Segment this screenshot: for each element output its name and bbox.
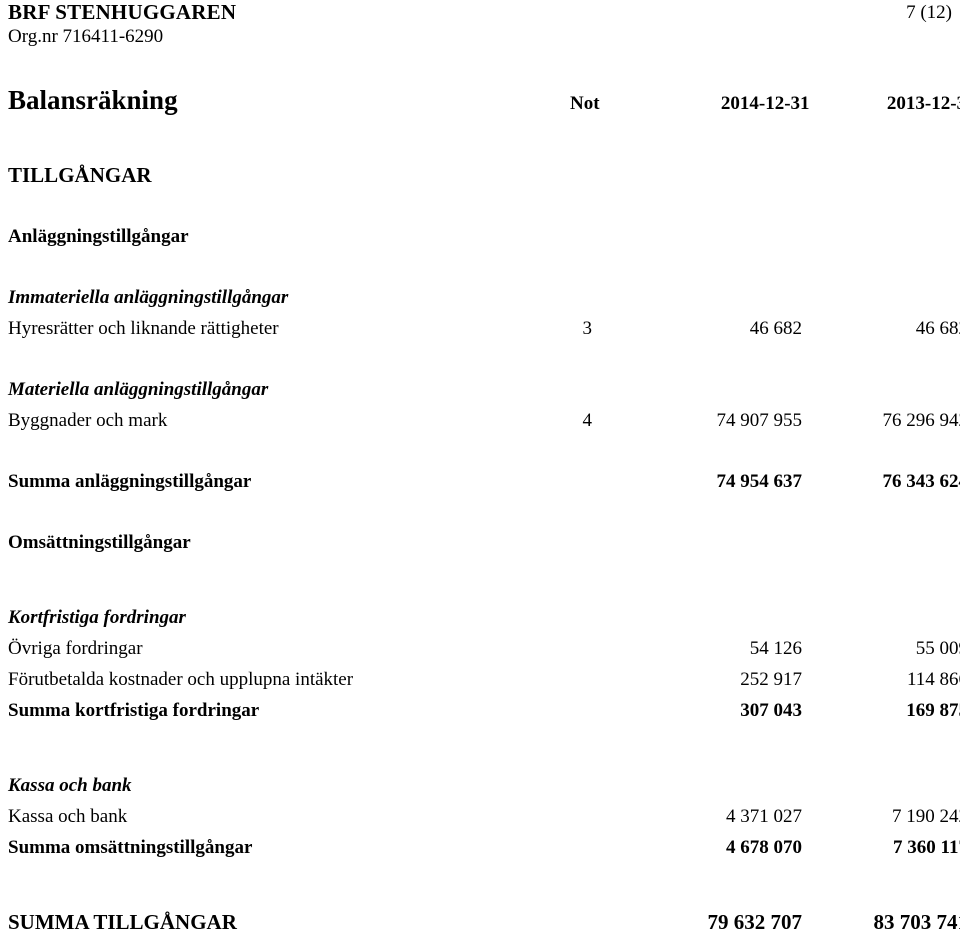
section-heading-fixed-assets: Anläggningstillgångar [8, 221, 952, 252]
page-number: 7 (12) [906, 2, 952, 23]
table-row: Kassa och bank 4 371 027 7 190 242 [8, 801, 960, 832]
subsection-heading-cash: Kassa och bank [8, 770, 952, 801]
row-previous-sum-current-assets: 7 360 117 [893, 837, 960, 858]
row-label-total-assets: SUMMA TILLGÅNGAR [8, 910, 237, 934]
table-row-total: Summa anläggningstillgångar 74 954 637 7… [8, 466, 960, 497]
company-name: BRF STENHUGGAREN [8, 0, 237, 24]
subsection-heading-intangible-label: Immateriella anläggningstillgångar [8, 287, 289, 308]
column-header-current-period: 2014-12-31 [720, 93, 810, 114]
page-title: Balansräkning [8, 85, 178, 115]
section-heading-assets-label: TILLGÅNGAR [8, 163, 152, 187]
row-label-cash-bank: Kassa och bank [8, 806, 128, 827]
section-heading-assets: TILLGÅNGAR [8, 160, 952, 191]
row-previous-cash-bank: 7 190 242 [892, 806, 960, 827]
row-current-other-receivables: 54 126 [749, 638, 802, 659]
row-label-tenancy-rights: Hyresrätter och liknande rättigheter [8, 318, 279, 339]
row-previous-tenancy-rights: 46 682 [915, 318, 960, 339]
section-heading-current-assets-label: Omsättningstillgångar [8, 532, 191, 553]
row-label-buildings-land: Byggnader och mark [8, 410, 168, 431]
section-heading-fixed-assets-label: Anläggningstillgångar [8, 226, 189, 247]
row-previous-other-receivables: 55 009 [915, 638, 960, 659]
row-previous-buildings-land: 76 296 942 [882, 410, 960, 431]
row-previous-sum-receivables: 169 875 [906, 700, 960, 721]
row-label-sum-fixed-assets: Summa anläggningstillgångar [8, 471, 252, 492]
subsection-heading-cash-label: Kassa och bank [8, 775, 132, 796]
row-note-tenancy-rights: 3 [582, 318, 593, 339]
row-note-buildings-land: 4 [582, 410, 593, 431]
subsection-heading-tangible-label: Materiella anläggningstillgångar [8, 379, 269, 400]
row-previous-sum-fixed-assets: 76 343 624 [882, 471, 960, 492]
balance-sheet-page: BRF STENHUGGAREN Org.nr 716411-6290 7 (1… [0, 0, 960, 934]
table-row: Byggnader och mark 4 74 907 955 76 296 9… [8, 405, 960, 436]
row-label-prepaid-expenses: Förutbetalda kostnader och upplupna intä… [8, 669, 354, 690]
subsection-heading-receivables-label: Kortfristiga fordringar [8, 607, 186, 628]
row-current-total-assets: 79 632 707 [707, 910, 803, 934]
document-header: BRF STENHUGGAREN Org.nr 716411-6290 7 (1… [8, 0, 952, 56]
row-label-sum-current-assets: Summa omsättningstillgångar [8, 837, 253, 858]
table-row-total: Summa kortfristiga fordringar 307 043 16… [8, 695, 960, 726]
subsection-heading-intangible: Immateriella anläggningstillgångar [8, 282, 952, 313]
row-previous-prepaid-expenses: 114 866 [906, 669, 960, 690]
row-current-buildings-land: 74 907 955 [716, 410, 803, 431]
table-row-grand-total: SUMMA TILLGÅNGAR 79 632 707 83 703 741 [8, 907, 960, 938]
row-label-other-receivables: Övriga fordringar [8, 638, 143, 659]
statement-header-row: Balansräkning Not 2014-12-31 2013-12-31 [8, 84, 960, 116]
table-row-total: Summa omsättningstillgångar 4 678 070 7 … [8, 832, 960, 863]
row-current-sum-fixed-assets: 74 954 637 [716, 471, 803, 492]
table-row: Övriga fordringar 54 126 55 009 [8, 633, 960, 664]
column-header-previous-period: 2013-12-31 [886, 93, 960, 114]
row-current-sum-receivables: 307 043 [740, 700, 802, 721]
row-current-prepaid-expenses: 252 917 [740, 669, 802, 690]
subsection-heading-receivables: Kortfristiga fordringar [8, 602, 952, 633]
table-row: Förutbetalda kostnader och upplupna intä… [8, 664, 960, 695]
table-row: Hyresrätter och liknande rättigheter 3 4… [8, 313, 960, 344]
row-current-sum-current-assets: 4 678 070 [726, 837, 802, 858]
row-current-cash-bank: 4 371 027 [726, 806, 802, 827]
row-current-tenancy-rights: 46 682 [749, 318, 802, 339]
organization-number: Org.nr 716411-6290 [8, 26, 164, 47]
row-label-sum-receivables: Summa kortfristiga fordringar [8, 700, 260, 721]
section-heading-current-assets: Omsättningstillgångar [8, 527, 952, 558]
row-previous-total-assets: 83 703 741 [873, 910, 960, 934]
subsection-heading-tangible: Materiella anläggningstillgångar [8, 374, 952, 405]
column-header-note: Not [570, 93, 600, 114]
